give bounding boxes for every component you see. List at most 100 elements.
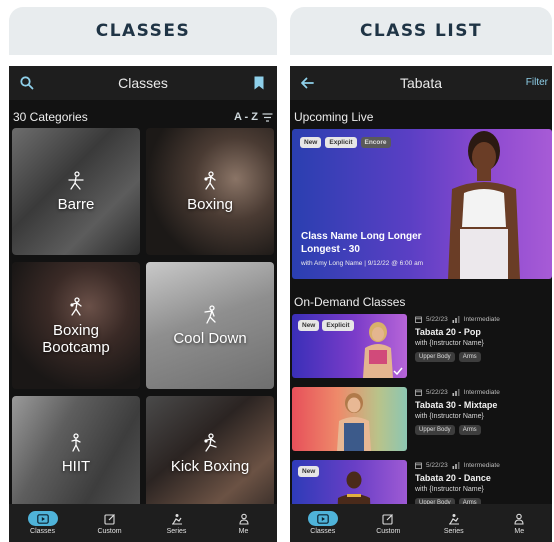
category-label: Barre — [57, 196, 95, 213]
page-title: Tabata — [399, 75, 443, 91]
nav-label: Me — [238, 528, 249, 535]
category-tile-boxing-bootcamp[interactable]: Boxing Bootcamp — [12, 262, 140, 389]
class-instructor: with {Instructor Name} — [415, 486, 484, 493]
categories-row: 30 Categories A - Z — [9, 100, 277, 126]
nav-item-custom[interactable]: Custom — [85, 511, 135, 535]
nav-label: Classes — [310, 528, 336, 535]
checkmark-icon — [393, 367, 403, 375]
class-tags: Upper Body Arms — [415, 425, 552, 435]
class-thumbnail: New Explicit — [292, 314, 407, 378]
nav-label: Classes — [30, 528, 55, 535]
class-date: 5/22/23 — [426, 315, 448, 323]
classes-section-title: CLASSES — [95, 21, 191, 41]
kickboxing-icon — [204, 432, 217, 452]
classes-nav-icon — [27, 511, 58, 526]
nav-label: Series — [166, 528, 187, 535]
page-title: Classes — [118, 75, 168, 91]
categories-count: 30 Categories — [13, 110, 88, 124]
bottom-nav: Classes Custom Series Me — [9, 504, 277, 542]
nav-item-custom[interactable]: Custom — [363, 511, 413, 535]
sort-button[interactable]: A - Z — [234, 111, 273, 123]
class-list-item[interactable]: 5/22/23 Intermediate Tabata 30 - Mixtape… — [292, 387, 552, 451]
level-icon — [452, 461, 460, 469]
class-list-item[interactable]: New Explicit 5/22/23 Intermediate Tabata… — [292, 314, 552, 378]
nav-label: Custom — [97, 528, 122, 535]
nav-item-me[interactable]: Me — [494, 511, 544, 535]
category-tile-cool-down[interactable]: Cool Down — [146, 262, 274, 389]
class-date: 5/22/23 — [426, 461, 448, 469]
hero-class-subtitle: with Amy Long Name | 9/12/22 @ 6:00 am — [301, 260, 424, 267]
class-meta: 5/22/23 Intermediate — [415, 387, 552, 397]
instructor-figure — [363, 322, 393, 378]
thumbnail-badges: New Explicit — [298, 320, 354, 331]
barre-icon — [68, 171, 84, 190]
class-info: 5/22/23 Intermediate Tabata 20 - Pop wit… — [415, 314, 552, 362]
stretch-icon — [204, 305, 216, 324]
filter-lines-icon — [262, 112, 273, 122]
on-demand-title: On-Demand Classes — [294, 295, 406, 309]
class-list-section-title: CLASS LIST — [359, 21, 483, 41]
encore-badge: Encore — [360, 137, 391, 148]
edit-icon — [95, 511, 125, 526]
nav-item-me[interactable]: Me — [219, 511, 269, 535]
calendar-icon — [415, 316, 422, 323]
class-title: Tabata 20 - Dance — [415, 473, 491, 483]
category-tile-boxing[interactable]: Boxing — [146, 128, 274, 255]
bottom-nav: Classes Custom Series Me — [290, 504, 552, 542]
profile-icon — [229, 511, 259, 526]
class-list-topbar: Tabata Filter — [290, 66, 552, 100]
class-list-screen: Tabata Filter Upcoming Live New Explicit… — [290, 66, 552, 542]
new-badge: New — [298, 466, 320, 477]
upcoming-live-title: Upcoming Live — [294, 110, 374, 124]
calendar-icon — [415, 389, 422, 396]
classes-nav-icon — [307, 511, 338, 526]
class-tags: Upper Body Arms — [415, 352, 552, 362]
class-level: Intermediate — [463, 388, 500, 396]
classes-topbar: Classes — [9, 66, 277, 100]
class-instructor: with {Instructor Name} — [415, 413, 484, 420]
nav-item-series[interactable]: Series — [429, 511, 479, 535]
nav-item-series[interactable]: Series — [152, 511, 202, 535]
sort-label: A - Z — [233, 111, 258, 123]
tag-chip: Arms — [458, 425, 481, 435]
instructor-figure — [337, 393, 371, 451]
category-tile-barre[interactable]: Barre — [12, 128, 140, 255]
thumbnail-badges: New — [298, 466, 320, 477]
edit-icon — [373, 511, 403, 526]
nav-label: Custom — [376, 528, 401, 535]
new-badge: New — [300, 137, 322, 148]
class-level: Intermediate — [463, 315, 500, 323]
classes-section-header: CLASSES — [9, 7, 277, 55]
explicit-badge: Explicit — [322, 320, 354, 331]
class-list-section-header: CLASS LIST — [290, 7, 552, 55]
upcoming-live-card[interactable]: New Explicit Encore Class Name Long Long… — [292, 129, 552, 279]
back-arrow-icon[interactable] — [299, 75, 315, 91]
category-label: Boxing — [187, 196, 233, 213]
hero-badges: New Explicit Encore — [300, 137, 391, 148]
class-level: Intermediate — [463, 461, 500, 469]
explicit-badge: Explicit — [325, 137, 357, 148]
classes-screen: Classes 30 Categories A - Z Barre Boxing… — [9, 66, 277, 542]
class-title: Tabata 20 - Pop — [415, 327, 481, 337]
search-icon[interactable] — [19, 75, 35, 91]
profile-icon — [504, 511, 534, 526]
category-tile-kick-boxing[interactable]: Kick Boxing — [146, 396, 274, 510]
class-title: Tabata 30 - Mixtape — [415, 400, 498, 410]
filter-button[interactable]: Filter — [526, 77, 548, 88]
series-icon — [162, 511, 192, 526]
class-date: 5/22/23 — [426, 388, 448, 396]
new-badge: New — [298, 320, 320, 331]
class-info: 5/22/23 Intermediate Tabata 20 - Dance w… — [415, 460, 552, 508]
nav-item-classes[interactable]: Classes — [298, 511, 348, 535]
class-meta: 5/22/23 Intermediate — [415, 314, 552, 324]
category-label: HIIT — [61, 457, 91, 475]
boxing-icon — [70, 296, 82, 316]
class-instructor: with {Instructor Name} — [415, 340, 484, 347]
bookmark-icon[interactable] — [251, 75, 267, 91]
class-info: 5/22/23 Intermediate Tabata 30 - Mixtape… — [415, 387, 552, 435]
series-icon — [439, 511, 469, 526]
hero-class-name: Class Name Long Longer Longest - 30 — [301, 231, 422, 255]
nav-item-classes[interactable]: Classes — [18, 511, 68, 535]
category-tile-hiit[interactable]: HIIT — [12, 396, 140, 510]
hiit-icon — [71, 432, 81, 452]
